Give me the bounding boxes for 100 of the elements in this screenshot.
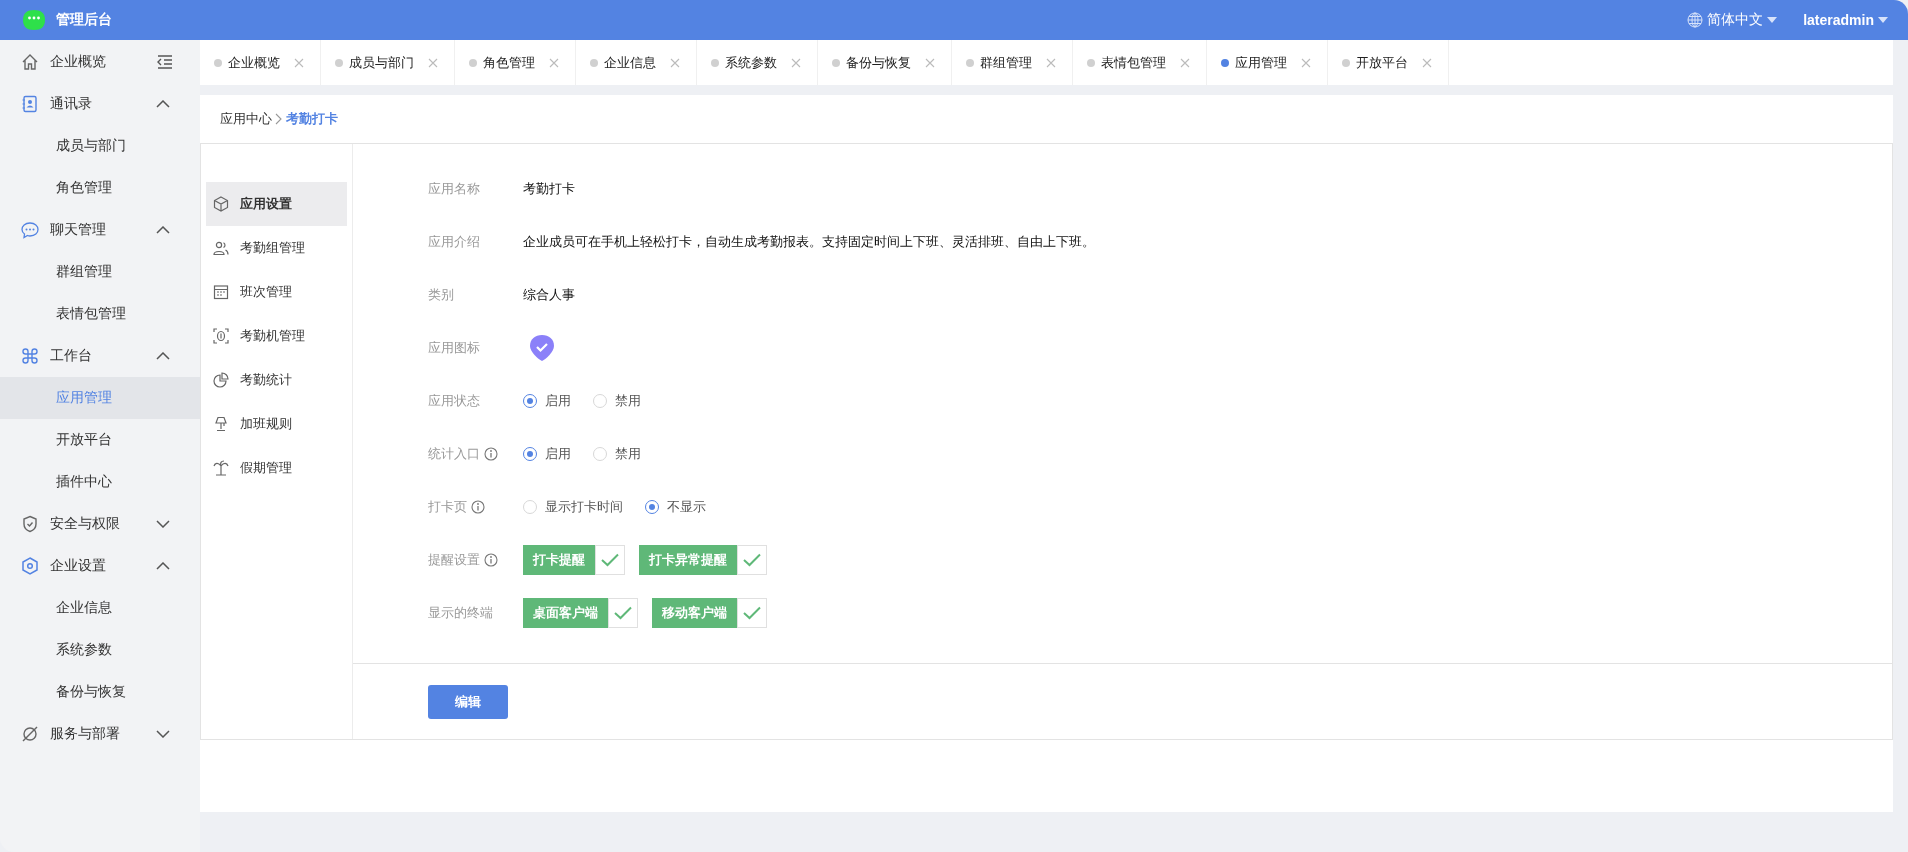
tag-label: 移动客户端 (652, 597, 737, 628)
palm-tree-icon (212, 459, 230, 477)
sidebar-subitem[interactable]: 系统参数 (0, 629, 200, 671)
tab[interactable]: 开放平台 (1328, 40, 1449, 85)
close-icon[interactable] (1046, 57, 1056, 68)
sidebar-item[interactable]: 通讯录 (0, 83, 200, 125)
radio-option[interactable]: 禁用 (593, 444, 641, 463)
field-label: 类别 (428, 285, 454, 304)
sidebar-item[interactable]: 安全与权限 (0, 503, 200, 545)
chevron-down-icon[interactable] (156, 730, 170, 738)
sidebar-subitem[interactable]: 表情包管理 (0, 293, 200, 335)
field-label: 应用介绍 (428, 232, 480, 251)
contact-card-icon (20, 94, 40, 114)
close-icon[interactable] (791, 57, 801, 68)
field-label: 统计入口 (428, 444, 480, 463)
app-title: 管理后台 (56, 11, 112, 29)
language-dropdown[interactable]: 简体中文 (1687, 11, 1778, 29)
close-icon[interactable] (925, 57, 935, 68)
logo-icon (22, 9, 46, 31)
close-icon[interactable] (1422, 57, 1432, 68)
sidebar-item[interactable]: 工作台 (0, 335, 200, 377)
chat-bubble-icon (20, 220, 40, 240)
settings-menu-item[interactable]: 加班规则 (206, 402, 347, 446)
checkbox[interactable] (737, 544, 767, 575)
tab[interactable]: 系统参数 (697, 40, 818, 85)
tag-label: 桌面客户端 (523, 597, 608, 628)
chevron-up-icon[interactable] (156, 352, 170, 360)
sidebar-subitem[interactable]: 插件中心 (0, 461, 200, 503)
breadcrumb-item: 考勤打卡 (286, 110, 338, 128)
field-label: 应用图标 (428, 338, 480, 357)
calendar-icon (212, 283, 230, 301)
tag-label: 打卡异常提醒 (639, 544, 737, 575)
checkbox[interactable] (608, 597, 638, 628)
sidebar-subitem[interactable]: 群组管理 (0, 251, 200, 293)
caret-icon (1767, 17, 1778, 23)
tab[interactable]: 群组管理 (952, 40, 1073, 85)
fingerprint-scan-icon (212, 327, 230, 345)
sidebar-item[interactable]: 企业设置 (0, 545, 200, 587)
edit-button[interactable]: 编辑 (428, 685, 508, 719)
check-icon (743, 605, 761, 620)
sidebar-subitem[interactable]: 角色管理 (0, 167, 200, 209)
sidebar-subitem[interactable]: 备份与恢复 (0, 671, 200, 713)
close-icon[interactable] (1180, 57, 1190, 68)
field-label: 提醒设置 (428, 550, 480, 569)
chevron-up-icon[interactable] (156, 100, 170, 108)
close-icon[interactable] (294, 57, 304, 68)
radio-option[interactable]: 禁用 (593, 391, 641, 410)
shield-icon (20, 514, 40, 534)
close-icon[interactable] (428, 57, 438, 68)
tab[interactable]: 角色管理 (455, 40, 576, 85)
user-menu[interactable]: lateradmin (1803, 12, 1888, 28)
chevron-right-icon (275, 113, 283, 125)
sidebar-subitem[interactable]: 成员与部门 (0, 125, 200, 167)
globe-icon (1687, 12, 1704, 28)
settings-menu-item[interactable]: 假期管理 (206, 446, 347, 490)
home-icon (20, 52, 40, 72)
settings-menu-item[interactable]: 应用设置 (206, 182, 347, 226)
info-icon[interactable] (484, 446, 498, 461)
chevron-down-icon[interactable] (156, 520, 170, 528)
settings-menu-item[interactable]: 考勤组管理 (206, 226, 347, 270)
sidebar-item[interactable]: 聊天管理 (0, 209, 200, 251)
sidebar-subitem[interactable]: 开放平台 (0, 419, 200, 461)
field-value: 考勤打卡 (523, 179, 575, 198)
info-icon[interactable] (484, 552, 498, 567)
info-icon[interactable] (471, 499, 485, 514)
tab[interactable]: 企业概览 (200, 40, 321, 85)
chevron-up-icon[interactable] (156, 226, 170, 234)
collapse-menu-icon[interactable] (156, 54, 174, 70)
tab[interactable]: 企业信息 (576, 40, 697, 85)
tab[interactable]: 表情包管理 (1073, 40, 1207, 85)
radio-option[interactable]: 启用 (523, 444, 571, 463)
tab[interactable]: 应用管理 (1207, 40, 1328, 85)
field-value: 综合人事 (523, 285, 575, 304)
close-icon[interactable] (549, 57, 559, 68)
tab[interactable]: 备份与恢复 (818, 40, 952, 85)
settings-menu-item[interactable]: 考勤机管理 (206, 314, 347, 358)
radio-option[interactable]: 启用 (523, 391, 571, 410)
chevron-up-icon[interactable] (156, 562, 170, 570)
close-icon[interactable] (1301, 57, 1311, 68)
sidebar-item[interactable]: 服务与部署 (0, 713, 200, 755)
radio-option[interactable]: 显示打卡时间 (523, 497, 623, 516)
tag-label: 打卡提醒 (523, 544, 595, 575)
field-label: 应用状态 (428, 391, 480, 410)
field-label: 显示的终端 (428, 603, 493, 622)
check-icon (614, 605, 632, 620)
settings-menu-item[interactable]: 班次管理 (206, 270, 347, 314)
field-label: 应用名称 (428, 179, 480, 198)
sidebar-subitem[interactable]: 企业信息 (0, 587, 200, 629)
radio-option[interactable]: 不显示 (645, 497, 706, 516)
app-icon (529, 333, 555, 362)
tab[interactable]: 成员与部门 (321, 40, 455, 85)
sidebar-item[interactable]: 企业概览 (0, 41, 156, 83)
lamp-icon (212, 415, 230, 433)
breadcrumb-item[interactable]: 应用中心 (220, 110, 272, 128)
settings-menu-item[interactable]: 考勤统计 (206, 358, 347, 402)
command-key-icon (20, 346, 40, 366)
checkbox[interactable] (737, 597, 767, 628)
close-icon[interactable] (670, 57, 680, 68)
hexagon-gear-icon (20, 556, 40, 576)
checkbox[interactable] (595, 544, 625, 575)
